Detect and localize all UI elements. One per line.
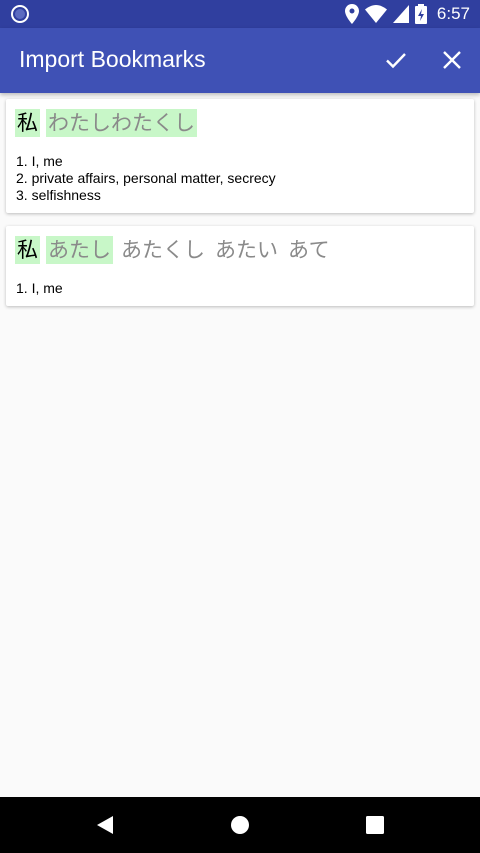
signal-icon: [392, 5, 409, 23]
home-button[interactable]: [226, 811, 254, 839]
battery-charging-icon: [414, 4, 427, 24]
meaning-item: 1. I, me: [16, 153, 63, 169]
reading-text: あたい: [215, 238, 278, 262]
status-bar: 6:57: [0, 0, 480, 28]
close-icon: [443, 51, 461, 69]
page-title: Import Bookmarks: [19, 46, 206, 72]
reading-text: わたしわたくし: [46, 109, 197, 137]
bookmark-card[interactable]: 私 わたしわたくし 1. I, me 2. private affairs, p…: [6, 99, 474, 213]
meaning-item: 1. I, me: [16, 280, 63, 296]
card-header: 私 あたし あたくし あたい あて: [15, 236, 332, 264]
recents-button[interactable]: [361, 811, 389, 839]
check-icon: [386, 53, 406, 69]
app-bar: Import Bookmarks: [0, 28, 480, 93]
notification-circle-icon: [11, 5, 29, 23]
meaning-item: 3. selfishness: [16, 187, 101, 203]
meanings-list: 1. I, me: [16, 280, 63, 297]
recents-square-icon: [366, 816, 384, 834]
kanji-text: 私: [15, 109, 40, 137]
back-triangle-icon: [97, 816, 113, 834]
kanji-text: 私: [15, 236, 40, 264]
confirm-button[interactable]: [376, 40, 416, 80]
reading-text: あたし: [46, 236, 113, 264]
reading-text: あたくし: [121, 238, 205, 262]
home-circle-icon: [231, 816, 249, 834]
bookmark-list: 私 わたしわたくし 1. I, me 2. private affairs, p…: [0, 93, 480, 797]
meaning-item: 2. private affairs, personal matter, sec…: [16, 170, 276, 186]
close-button[interactable]: [432, 40, 472, 80]
navigation-bar: [0, 797, 480, 853]
bookmark-card[interactable]: 私 あたし あたくし あたい あて 1. I, me: [6, 226, 474, 306]
status-time: 6:57: [436, 4, 470, 23]
meanings-list: 1. I, me 2. private affairs, personal ma…: [16, 153, 276, 204]
location-icon: [344, 4, 359, 24]
reading-text: あて: [288, 238, 330, 262]
wifi-icon: [364, 5, 387, 23]
back-button[interactable]: [91, 811, 119, 839]
card-header: 私 わたしわたくし: [15, 109, 197, 137]
